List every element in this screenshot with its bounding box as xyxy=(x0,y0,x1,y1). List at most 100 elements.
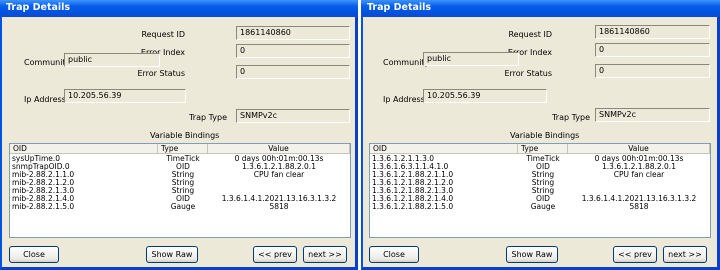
request-id-field: 1861140860 xyxy=(236,26,350,40)
error-index-field: 0 xyxy=(595,43,710,57)
ip-address-field: 10.205.56.39 xyxy=(64,89,186,103)
trap-type-field: SNMPv2c xyxy=(236,109,350,123)
ip-address-label: Ip Address xyxy=(24,95,66,104)
table-header: OID Type Value xyxy=(10,144,350,154)
variable-bindings-table[interactable]: OID Type Value sysUpTime.0 TimeTick 0 da… xyxy=(9,143,351,238)
prev-button[interactable]: << prev xyxy=(253,246,297,263)
value-cell: 5818 xyxy=(269,203,289,211)
value-cell xyxy=(208,187,350,195)
dialog-title: Trap Details xyxy=(367,2,432,13)
type-cell: String xyxy=(531,187,555,195)
table-row[interactable]: 1.3.6.1.2.1.1.3.0 TimeTick 0 days 00h:01… xyxy=(370,155,710,163)
table-row[interactable]: 1.3.6.1.2.1.88.2.1.3.0 String xyxy=(370,187,710,195)
next-button[interactable]: next >> xyxy=(663,246,707,263)
column-header-type[interactable]: Type xyxy=(158,144,208,154)
trap-details-dialog-2: Trap Details Request ID 1861140860 Error… xyxy=(361,0,720,270)
oid-cell: 1.3.6.1.2.1.88.2.1.1.0 xyxy=(372,171,454,179)
request-id-field: 1861140860 xyxy=(595,25,710,39)
oid-cell: sysUpTime.0 xyxy=(12,155,61,163)
variable-bindings-table[interactable]: OID Type Value 1.3.6.1.2.1.1.3.0 TimeTic… xyxy=(369,143,711,238)
type-cell: OID xyxy=(176,195,190,203)
oid-cell: mib-2.88.2.1.2.0 xyxy=(12,179,75,187)
error-status-field: 0 xyxy=(236,65,350,79)
oid-cell: snmpTrapOID.0 xyxy=(12,163,70,171)
request-id-label: Request ID xyxy=(508,30,552,39)
table-row[interactable]: 1.3.6.1.2.1.88.2.1.1.0 String CPU fan cl… xyxy=(370,171,710,179)
table-row[interactable]: sysUpTime.0 TimeTick 0 days 00h:01m:00.1… xyxy=(10,155,350,163)
oid-cell: 1.3.6.1.2.1.88.2.1.3.0 xyxy=(372,187,454,195)
value-cell: 5818 xyxy=(629,203,649,211)
trap-type-field: SNMPv2c xyxy=(595,108,710,122)
type-cell: String xyxy=(531,179,555,187)
ip-address-field: 10.205.56.39 xyxy=(423,89,547,103)
table-body: sysUpTime.0 TimeTick 0 days 00h:01m:00.1… xyxy=(10,155,350,211)
show-raw-button[interactable]: Show Raw xyxy=(506,246,558,263)
request-id-label: Request ID xyxy=(141,30,185,39)
dialog-title: Trap Details xyxy=(6,2,71,13)
value-cell: CPU fan clear xyxy=(253,171,305,179)
trap-type-label: Trap Type xyxy=(552,113,590,122)
type-cell: TimeTick xyxy=(166,155,200,163)
show-raw-button[interactable]: Show Raw xyxy=(146,246,198,263)
value-cell: 0 days 00h:01m:00.13s xyxy=(234,155,324,163)
table-row[interactable]: mib-2.88.2.1.1.0 String CPU fan clear xyxy=(10,171,350,179)
oid-cell: mib-2.88.2.1.1.0 xyxy=(12,171,75,179)
column-header-type[interactable]: Type xyxy=(518,144,568,154)
error-status-label: Error Status xyxy=(504,69,552,78)
table-row[interactable]: 1.3.6.1.2.1.88.2.1.5.0 Gauge 5818 xyxy=(370,203,710,211)
column-header-oid[interactable]: OID xyxy=(370,144,518,154)
table-row[interactable]: mib-2.88.2.1.3.0 String xyxy=(10,187,350,195)
value-cell xyxy=(208,179,350,187)
variable-bindings-label: Variable Bindings xyxy=(150,131,220,140)
value-cell xyxy=(568,179,710,187)
type-cell: String xyxy=(531,171,555,179)
oid-cell: 1.3.6.1.6.3.1.1.4.1.0 xyxy=(372,163,449,171)
error-status-field: 0 xyxy=(595,64,710,78)
value-cell: 1.3.6.1.4.1.2021.13.16.3.1.3.2 xyxy=(581,195,697,203)
value-cell xyxy=(568,187,710,195)
type-cell: OID xyxy=(536,195,550,203)
oid-cell: 1.3.6.1.2.1.88.2.1.4.0 xyxy=(372,195,454,203)
column-header-value[interactable]: Value xyxy=(208,144,350,154)
table-row[interactable]: mib-2.88.2.1.2.0 String xyxy=(10,179,350,187)
type-cell: TimeTick xyxy=(526,155,560,163)
type-cell: String xyxy=(171,187,195,195)
value-cell: 1.3.6.1.2.1.88.2.0.1 xyxy=(242,163,316,171)
oid-cell: 1.3.6.1.2.1.1.3.0 xyxy=(372,155,435,163)
oid-cell: mib-2.88.2.1.4.0 xyxy=(12,195,75,203)
oid-cell: 1.3.6.1.2.1.88.2.1.2.0 xyxy=(372,179,454,187)
table-row[interactable]: mib-2.88.2.1.4.0 OID 1.3.6.1.4.1.2021.13… xyxy=(10,195,350,203)
value-cell: 0 days 00h:01m:00.13s xyxy=(594,155,684,163)
table-row[interactable]: 1.3.6.1.6.3.1.1.4.1.0 OID 1.3.6.1.2.1.88… xyxy=(370,163,710,171)
value-cell: 1.3.6.1.2.1.88.2.0.1 xyxy=(602,163,676,171)
type-cell: OID xyxy=(536,163,550,171)
oid-cell: mib-2.88.2.1.3.0 xyxy=(12,187,75,195)
table-body: 1.3.6.1.2.1.1.3.0 TimeTick 0 days 00h:01… xyxy=(370,155,710,211)
value-cell: CPU fan clear xyxy=(613,171,665,179)
oid-cell: mib-2.88.2.1.5.0 xyxy=(12,203,75,211)
error-index-field: 0 xyxy=(236,44,350,58)
column-header-oid[interactable]: OID xyxy=(10,144,158,154)
table-row[interactable]: 1.3.6.1.2.1.88.2.1.2.0 String xyxy=(370,179,710,187)
column-header-value[interactable]: Value xyxy=(568,144,710,154)
prev-button[interactable]: << prev xyxy=(613,246,657,263)
type-cell: String xyxy=(171,171,195,179)
table-row[interactable]: snmpTrapOID.0 OID 1.3.6.1.2.1.88.2.0.1 xyxy=(10,163,350,171)
variable-bindings-label: Variable Bindings xyxy=(510,131,580,140)
title-bar[interactable]: Trap Details xyxy=(0,0,358,17)
type-cell: OID xyxy=(176,163,190,171)
trap-details-dialog-1: Trap Details Request ID 1861140860 Error… xyxy=(0,0,358,270)
close-button[interactable]: Close xyxy=(9,246,59,263)
next-button[interactable]: next >> xyxy=(303,246,347,263)
table-row[interactable]: mib-2.88.2.1.5.0 Gauge 5818 xyxy=(10,203,350,211)
ip-address-label: Ip Address xyxy=(383,95,425,104)
close-button[interactable]: Close xyxy=(369,246,419,263)
community-field: public xyxy=(64,53,160,67)
type-cell: Gauge xyxy=(170,203,196,211)
table-header: OID Type Value xyxy=(370,144,710,154)
type-cell: String xyxy=(171,179,195,187)
type-cell: Gauge xyxy=(530,203,556,211)
community-field: public xyxy=(423,52,519,66)
table-row[interactable]: 1.3.6.1.2.1.88.2.1.4.0 OID 1.3.6.1.4.1.2… xyxy=(370,195,710,203)
title-bar[interactable]: Trap Details xyxy=(361,0,720,17)
